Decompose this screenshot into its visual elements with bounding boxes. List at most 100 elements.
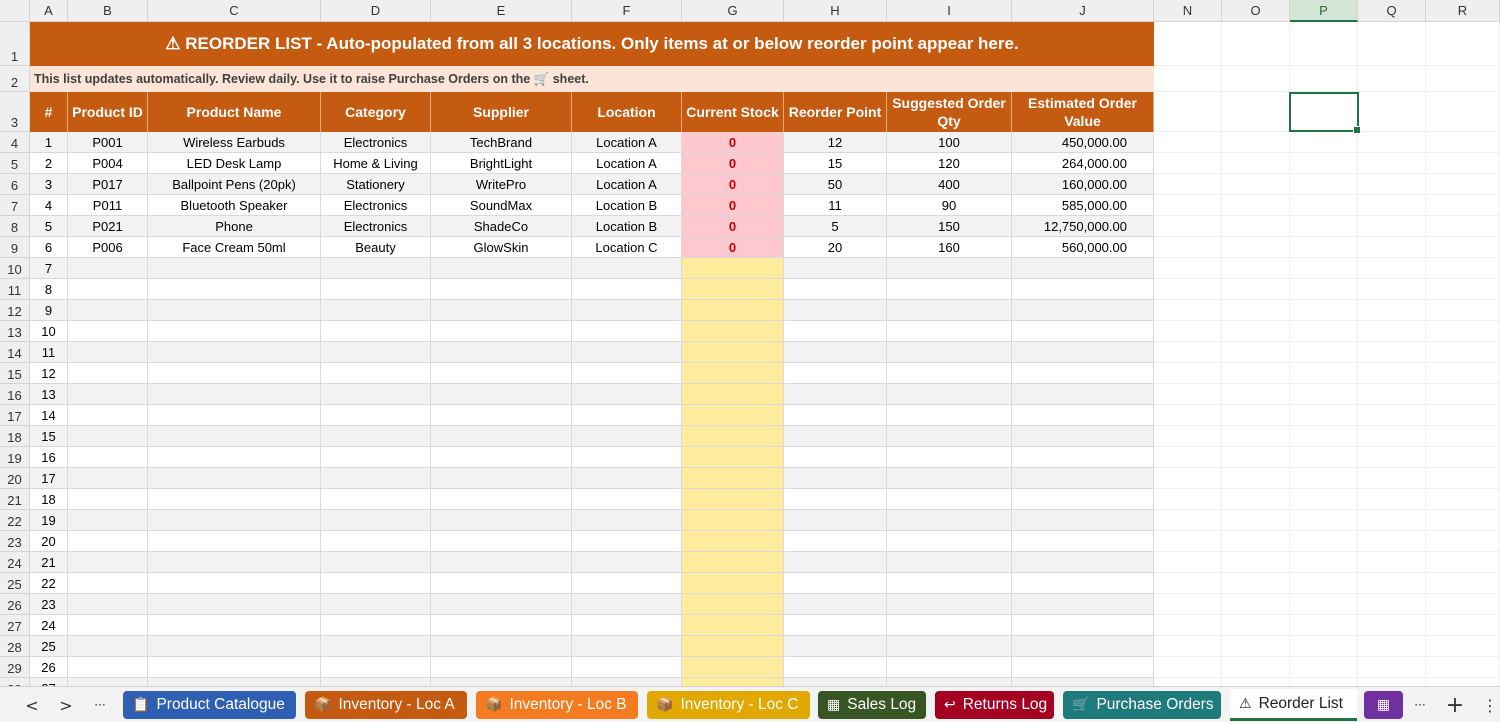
table-cell[interactable] xyxy=(682,321,784,342)
table-cell[interactable]: 2 xyxy=(30,153,68,174)
empty-cell[interactable] xyxy=(1358,321,1426,342)
table-cell[interactable] xyxy=(431,678,572,686)
empty-cell[interactable] xyxy=(1426,615,1500,636)
table-cell[interactable] xyxy=(784,363,887,384)
row-header-13[interactable]: 13 xyxy=(0,321,30,342)
table-cell[interactable]: 100 xyxy=(887,132,1012,153)
table-cell[interactable] xyxy=(1012,552,1154,573)
empty-cell[interactable] xyxy=(1426,321,1500,342)
empty-cell[interactable] xyxy=(1290,447,1358,468)
table-cell[interactable] xyxy=(887,657,1012,678)
table-cell[interactable] xyxy=(321,363,431,384)
empty-cell[interactable] xyxy=(1154,22,1222,66)
empty-cell[interactable] xyxy=(1290,531,1358,552)
table-cell[interactable] xyxy=(431,300,572,321)
table-cell[interactable] xyxy=(68,384,148,405)
table-cell[interactable] xyxy=(431,405,572,426)
empty-cell[interactable] xyxy=(1358,153,1426,174)
table-cell[interactable] xyxy=(784,405,887,426)
table-cell[interactable] xyxy=(887,258,1012,279)
table-cell[interactable] xyxy=(321,258,431,279)
table-cell[interactable] xyxy=(148,258,321,279)
empty-cell[interactable] xyxy=(1222,258,1290,279)
table-cell[interactable] xyxy=(1012,678,1154,686)
row-header-24[interactable]: 24 xyxy=(0,552,30,573)
table-cell[interactable]: Stationery xyxy=(321,174,431,195)
table-cell[interactable] xyxy=(887,510,1012,531)
empty-cell[interactable] xyxy=(1222,678,1290,686)
table-cell[interactable] xyxy=(1012,594,1154,615)
empty-cell[interactable] xyxy=(1154,279,1222,300)
row-header-19[interactable]: 19 xyxy=(0,447,30,468)
table-cell[interactable] xyxy=(572,552,682,573)
table-cell[interactable] xyxy=(431,531,572,552)
table-cell[interactable]: P021 xyxy=(68,216,148,237)
table-cell[interactable] xyxy=(572,531,682,552)
empty-cell[interactable] xyxy=(1358,258,1426,279)
row-header-16[interactable]: 16 xyxy=(0,384,30,405)
table-cell[interactable] xyxy=(887,426,1012,447)
table-cell[interactable] xyxy=(148,447,321,468)
empty-cell[interactable] xyxy=(1426,153,1500,174)
table-cell[interactable] xyxy=(784,678,887,686)
sheet-options-button[interactable]: ⋮ xyxy=(1478,693,1500,717)
empty-cell[interactable] xyxy=(1426,552,1500,573)
table-cell[interactable] xyxy=(321,321,431,342)
table-cell[interactable]: 12 xyxy=(784,132,887,153)
table-cell[interactable] xyxy=(572,594,682,615)
table-cell[interactable]: WritePro xyxy=(431,174,572,195)
empty-cell[interactable] xyxy=(1358,132,1426,153)
table-cell[interactable] xyxy=(1012,405,1154,426)
empty-cell[interactable] xyxy=(1222,657,1290,678)
empty-cell[interactable] xyxy=(1426,342,1500,363)
table-cell[interactable]: 6 xyxy=(30,237,68,258)
table-cell[interactable] xyxy=(321,573,431,594)
sheet-tab-calendar[interactable]: ▦ xyxy=(1364,691,1403,719)
table-cell[interactable] xyxy=(887,678,1012,686)
empty-cell[interactable] xyxy=(1290,594,1358,615)
empty-cell[interactable] xyxy=(1426,636,1500,657)
table-cell[interactable]: Wireless Earbuds xyxy=(148,132,321,153)
row-header-6[interactable]: 6 xyxy=(0,174,30,195)
table-cell[interactable] xyxy=(784,468,887,489)
row-index-cell[interactable]: 25 xyxy=(30,636,68,657)
table-cell[interactable]: Ballpoint Pens (20pk) xyxy=(148,174,321,195)
empty-cell[interactable] xyxy=(1358,363,1426,384)
table-cell[interactable] xyxy=(148,489,321,510)
table-cell[interactable]: BrightLight xyxy=(431,153,572,174)
empty-cell[interactable] xyxy=(1222,92,1290,132)
table-cell[interactable] xyxy=(68,447,148,468)
table-cell[interactable] xyxy=(148,552,321,573)
empty-cell[interactable] xyxy=(1154,489,1222,510)
column-header-b[interactable]: B xyxy=(68,0,148,22)
column-header-e[interactable]: E xyxy=(431,0,572,22)
row-index-cell[interactable]: 16 xyxy=(30,447,68,468)
row-header-29[interactable]: 29 xyxy=(0,657,30,678)
row-index-cell[interactable]: 24 xyxy=(30,615,68,636)
table-cell[interactable]: P006 xyxy=(68,237,148,258)
empty-cell[interactable] xyxy=(1358,489,1426,510)
table-cell[interactable] xyxy=(572,657,682,678)
table-cell[interactable] xyxy=(887,279,1012,300)
empty-cell[interactable] xyxy=(1222,153,1290,174)
empty-cell[interactable] xyxy=(1358,615,1426,636)
column-header-p[interactable]: P xyxy=(1290,0,1358,22)
empty-cell[interactable] xyxy=(1358,92,1426,132)
table-cell[interactable] xyxy=(321,510,431,531)
table-cell[interactable] xyxy=(68,426,148,447)
empty-cell[interactable] xyxy=(1222,552,1290,573)
table-cell[interactable] xyxy=(431,363,572,384)
empty-cell[interactable] xyxy=(1358,552,1426,573)
empty-cell[interactable] xyxy=(1426,657,1500,678)
table-cell[interactable]: 0 xyxy=(682,153,784,174)
empty-cell[interactable] xyxy=(1426,573,1500,594)
table-cell[interactable] xyxy=(784,426,887,447)
table-cell[interactable] xyxy=(148,426,321,447)
table-cell[interactable] xyxy=(682,300,784,321)
table-cell[interactable] xyxy=(887,615,1012,636)
table-cell[interactable] xyxy=(431,489,572,510)
table-cell[interactable] xyxy=(148,615,321,636)
row-index-cell[interactable]: 22 xyxy=(30,573,68,594)
table-cell[interactable] xyxy=(321,657,431,678)
empty-cell[interactable] xyxy=(1290,237,1358,258)
